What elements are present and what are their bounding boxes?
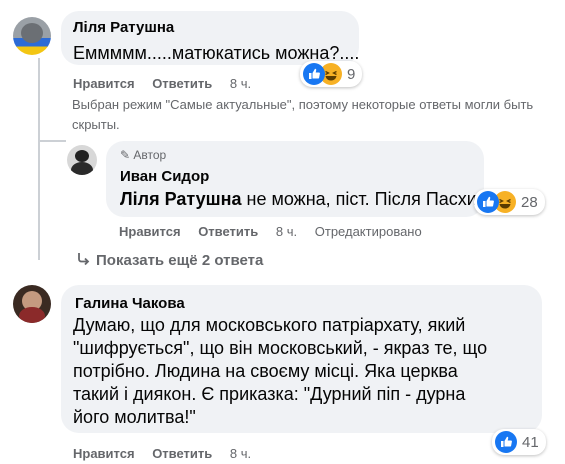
like-button[interactable]: Нравится bbox=[119, 224, 181, 239]
like-reaction-icon bbox=[495, 431, 517, 453]
reaction-summary[interactable]: 28 bbox=[474, 189, 545, 215]
like-button[interactable]: Нравится bbox=[73, 446, 135, 461]
mention-link[interactable]: Ліля Ратушна bbox=[120, 189, 242, 209]
comment-time[interactable]: 8 ч. bbox=[230, 446, 251, 461]
comment-body: не можна, піст. Після Пасхи. bbox=[241, 189, 482, 209]
comment-actions: Нравится Ответить 8 ч. Отредактировано bbox=[119, 224, 422, 239]
pencil-icon: ✎ bbox=[120, 148, 131, 162]
reply-arrow-icon bbox=[76, 252, 90, 270]
show-more-replies-button[interactable]: Показать ещё 2 ответа bbox=[76, 252, 263, 270]
comment-time[interactable]: 8 ч. bbox=[276, 224, 297, 239]
like-reaction-icon bbox=[477, 191, 499, 213]
avatar[interactable] bbox=[13, 17, 51, 55]
thread-line-branch bbox=[38, 140, 66, 142]
edited-label[interactable]: Отредактировано bbox=[315, 224, 422, 239]
reaction-count: 9 bbox=[347, 65, 356, 83]
reaction-summary[interactable]: 9 bbox=[300, 61, 363, 87]
reply-button[interactable]: Ответить bbox=[152, 76, 212, 91]
filter-notice: Выбран режим "Самые актуальные", поэтому… bbox=[72, 97, 534, 132]
like-reaction-icon bbox=[303, 63, 325, 85]
comment-author[interactable]: Иван Сидор bbox=[120, 168, 209, 185]
comment-time[interactable]: 8 ч. bbox=[230, 76, 251, 91]
like-button[interactable]: Нравится bbox=[73, 76, 135, 91]
reply-button[interactable]: Ответить bbox=[152, 446, 212, 461]
reaction-count: 28 bbox=[521, 193, 538, 211]
comment-actions: Нравится Ответить 8 ч. bbox=[73, 446, 251, 461]
thread-line-vertical bbox=[38, 58, 40, 260]
show-more-label[interactable]: Показать ещё 2 ответа bbox=[96, 252, 263, 269]
comment-bubble: Галина Чакова Думаю, що для московського… bbox=[61, 285, 542, 433]
comment-text: Ліля Ратушна не можна, піст. Після Пасхи… bbox=[120, 188, 482, 211]
avatar[interactable] bbox=[67, 145, 97, 175]
reaction-summary[interactable]: 41 bbox=[492, 429, 546, 455]
comment-bubble: Ліля Ратушна Еммммм.....матюкатись можна… bbox=[61, 11, 359, 65]
comment-bubble: ✎ Автор Иван Сидор Ліля Ратушна не можна… bbox=[106, 141, 484, 217]
author-badge: ✎ Автор bbox=[120, 148, 166, 162]
avatar[interactable] bbox=[13, 285, 51, 323]
comment-author[interactable]: Ліля Ратушна bbox=[73, 19, 174, 36]
author-badge-label: Автор bbox=[133, 148, 167, 162]
comment-text: Думаю, що для московського патріархату, … bbox=[73, 315, 488, 427]
reply-button[interactable]: Ответить bbox=[198, 224, 258, 239]
comment-author[interactable]: Галина Чакова bbox=[75, 295, 185, 312]
comment-actions: Нравится Ответить 8 ч. bbox=[73, 76, 251, 91]
reaction-count: 41 bbox=[522, 433, 539, 451]
